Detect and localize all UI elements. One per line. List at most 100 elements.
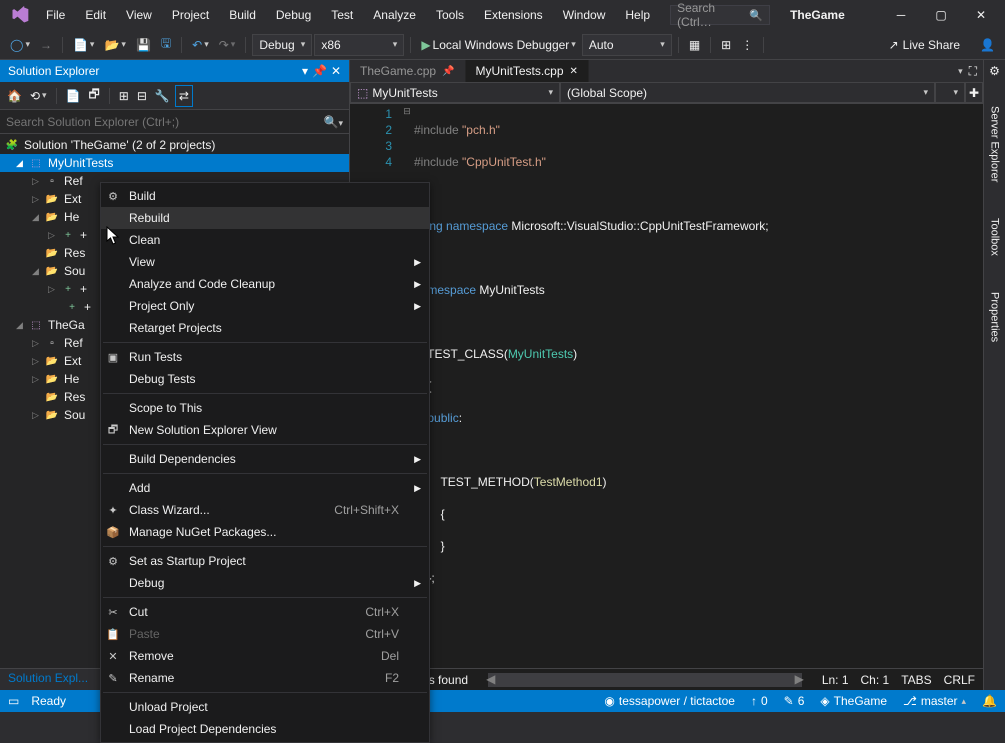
menu-file[interactable]: File: [36, 4, 75, 26]
properties-tab[interactable]: Properties: [987, 284, 1003, 350]
se-btn7[interactable]: 🔧: [152, 85, 173, 107]
branch-button[interactable]: ⎇master▴: [903, 694, 966, 708]
menu-item-run-tests[interactable]: ▣Run Tests: [101, 346, 429, 368]
project-button[interactable]: ◈TheGame: [820, 694, 887, 708]
pin-icon[interactable]: 📌: [442, 66, 454, 77]
start-debug-button[interactable]: ▶Local Windows Debugger▾: [417, 34, 580, 56]
tabs-overflow-icon[interactable]: ▾: [958, 66, 963, 77]
menu-item-rename[interactable]: ✎RenameF2: [101, 667, 429, 689]
minimize-button[interactable]: ─: [881, 0, 921, 30]
menu-item-clean[interactable]: Clean: [101, 229, 429, 251]
feedback-button[interactable]: 👤: [976, 34, 999, 56]
tb-btn-a[interactable]: ▦: [685, 34, 704, 56]
toolbox-tab[interactable]: Toolbox: [987, 210, 1003, 264]
menu-edit[interactable]: Edit: [75, 4, 116, 26]
close-tab-icon[interactable]: ✕: [570, 66, 578, 77]
menu-item-add[interactable]: Add▶: [101, 477, 429, 499]
se-btn5[interactable]: ⊞: [116, 85, 132, 107]
menu-icon: 📦: [105, 526, 121, 539]
live-share-button[interactable]: ↗Live Share: [881, 36, 968, 54]
menu-test[interactable]: Test: [321, 4, 363, 26]
nav-back-button[interactable]: ◯▾: [6, 34, 34, 56]
crlf-indicator[interactable]: CRLF: [944, 673, 975, 687]
menu-item-project-only[interactable]: Project Only▶: [101, 295, 429, 317]
menu-tools[interactable]: Tools: [426, 4, 474, 26]
tabs-indicator[interactable]: TABS: [901, 673, 931, 687]
notifications-icon[interactable]: 🔔: [982, 694, 997, 708]
menu-item-build-dependencies[interactable]: Build Dependencies▶: [101, 448, 429, 470]
menu-item-build[interactable]: ⚙Build: [101, 185, 429, 207]
tb-btn-b[interactable]: ⊞: [717, 34, 735, 56]
code-content[interactable]: #include "pch.h" #include "CppUnitTest.h…: [414, 104, 983, 668]
repo-button[interactable]: ◉tessapower / tictactoe: [604, 694, 735, 708]
se-btn4[interactable]: 🗗: [86, 85, 103, 107]
menu-debug[interactable]: Debug: [266, 4, 321, 26]
server-explorer-tab[interactable]: Server Explorer: [987, 98, 1003, 190]
menu-item-view[interactable]: View▶: [101, 251, 429, 273]
platform-dropdown[interactable]: x86▾: [314, 34, 404, 56]
menu-project[interactable]: Project: [162, 4, 219, 26]
maximize-button[interactable]: ▢: [921, 0, 961, 30]
menu-shortcut: Del: [381, 649, 399, 663]
scope-namespace-dropdown[interactable]: (Global Scope)▾: [560, 82, 935, 103]
menu-item-class-wizard-[interactable]: ✦Class Wizard...Ctrl+Shift+X: [101, 499, 429, 521]
menu-icon: ⚙: [105, 190, 121, 203]
new-button[interactable]: 📄▾: [69, 34, 98, 56]
menu-item-unload-project[interactable]: Unload Project: [101, 696, 429, 718]
menubar: File Edit View Project Build Debug Test …: [36, 4, 660, 26]
menu-view[interactable]: View: [116, 4, 162, 26]
config-dropdown[interactable]: Debug▾: [252, 34, 312, 56]
se-btn6[interactable]: ⊟: [134, 85, 150, 107]
menu-item-analyze-and-code-cleanup[interactable]: Analyze and Code Cleanup▶: [101, 273, 429, 295]
panel-pin-icon[interactable]: 📌: [312, 64, 327, 78]
menu-item-set-as-startup-project[interactable]: ⚙Set as Startup Project: [101, 550, 429, 572]
menu-item-rebuild[interactable]: Rebuild: [101, 207, 429, 229]
project-node-myunittests[interactable]: ◢⬚MyUnitTests: [0, 154, 349, 172]
right-sidebar: ⚙ Server Explorer Toolbox Properties: [983, 60, 1005, 690]
save-button[interactable]: 💾: [132, 34, 155, 56]
share-icon: ↗: [889, 38, 899, 52]
scope-project-dropdown[interactable]: ⬚MyUnitTests▾: [350, 82, 560, 103]
menu-item-remove[interactable]: ✕RemoveDel: [101, 645, 429, 667]
se-home-button[interactable]: 🏠: [4, 85, 25, 107]
scope-member-dropdown[interactable]: ▾: [935, 82, 965, 103]
menu-item-manage-nuget-packages-[interactable]: 📦Manage NuGet Packages...: [101, 521, 429, 543]
close-button[interactable]: ✕: [961, 0, 1001, 30]
menu-item-debug[interactable]: Debug▶: [101, 572, 429, 594]
save-all-button[interactable]: 🖫: [157, 34, 175, 56]
menu-build[interactable]: Build: [219, 4, 266, 26]
tb-btn-c[interactable]: ⋮: [737, 34, 757, 56]
panel-close-icon[interactable]: ✕: [331, 64, 341, 78]
se-search-input[interactable]: [6, 115, 324, 129]
menu-item-scope-to-this[interactable]: Scope to This: [101, 397, 429, 419]
redo-button[interactable]: ↷▾: [215, 34, 240, 56]
debug-target-dropdown[interactable]: Auto▾: [582, 34, 672, 56]
fullscreen-icon[interactable]: ⛶: [969, 64, 977, 79]
menu-extensions[interactable]: Extensions: [474, 4, 553, 26]
code-editor[interactable]: 1234 ⊟ ⊟⊟ ⊟ #include "pch.h" #include "C…: [350, 104, 983, 668]
gear-icon[interactable]: ⚙: [989, 64, 1000, 78]
menu-item-cut[interactable]: ✂CutCtrl+X: [101, 601, 429, 623]
solution-explorer-search[interactable]: 🔍▾: [0, 110, 349, 134]
tab-myunittests[interactable]: MyUnitTests.cpp✕: [466, 60, 589, 82]
title-search[interactable]: Search (Ctrl… 🔍: [670, 5, 770, 25]
se-btn3[interactable]: 📄: [63, 85, 84, 107]
open-button[interactable]: 📂▾: [100, 34, 129, 56]
solution-node[interactable]: 🧩Solution 'TheGame' (2 of 2 projects): [0, 136, 349, 154]
menu-item-new-solution-explorer-view[interactable]: 🗗New Solution Explorer View: [101, 419, 429, 441]
menu-analyze[interactable]: Analyze: [363, 4, 426, 26]
undo-button[interactable]: ↶▾: [188, 34, 213, 56]
push-button[interactable]: ↑0: [751, 694, 768, 708]
se-btn2[interactable]: ⟲▾: [27, 85, 50, 107]
se-btn8[interactable]: ⇄: [175, 85, 193, 107]
menu-window[interactable]: Window: [553, 4, 616, 26]
nav-fwd-button[interactable]: →: [36, 34, 56, 56]
menu-item-load-project-dependencies[interactable]: Load Project Dependencies: [101, 718, 429, 740]
menu-item-retarget-projects[interactable]: Retarget Projects: [101, 317, 429, 339]
changes-button[interactable]: ✎6: [784, 694, 805, 708]
panel-menu-icon[interactable]: ▾: [302, 64, 308, 78]
menu-help[interactable]: Help: [615, 4, 660, 26]
tab-thegame[interactable]: TheGame.cpp📌: [350, 60, 466, 82]
split-editor-button[interactable]: ✚: [965, 82, 983, 103]
menu-item-debug-tests[interactable]: Debug Tests: [101, 368, 429, 390]
